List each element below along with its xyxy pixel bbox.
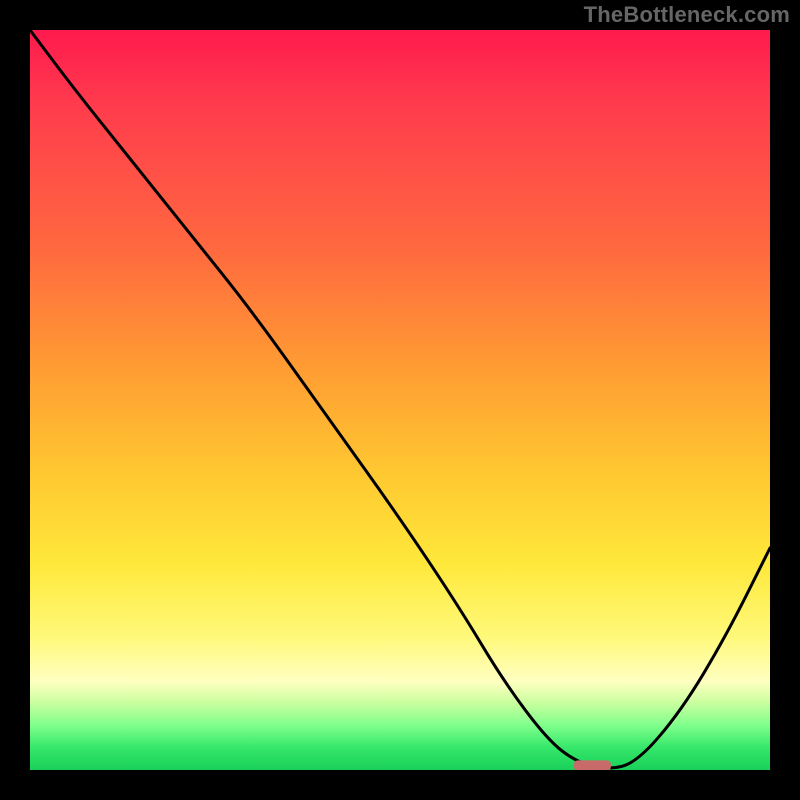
chart-frame: TheBottleneck.com <box>0 0 800 800</box>
curve-svg <box>30 30 770 770</box>
plot-area <box>30 30 770 770</box>
optimal-marker <box>574 760 611 770</box>
watermark-text: TheBottleneck.com <box>584 2 790 28</box>
bottleneck-curve <box>30 30 770 768</box>
